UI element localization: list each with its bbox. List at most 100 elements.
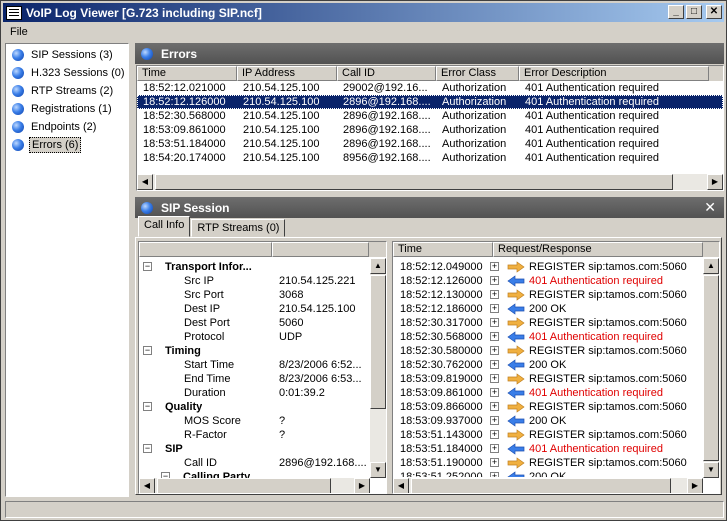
list-item[interactable]: 18:52:12.186000 +200 OK bbox=[393, 302, 703, 316]
tree-section-transport[interactable]: − Transport Infor... bbox=[139, 260, 369, 274]
req-hscrollbar[interactable]: ◀ ▶ bbox=[393, 478, 703, 493]
req-col-time[interactable]: Time bbox=[393, 242, 493, 257]
tree-field[interactable]: Src IP 210.54.125.221 bbox=[139, 274, 369, 288]
table-row[interactable]: 18:52:12.021000 210.54.125.100 29002@192.1… bbox=[137, 81, 723, 95]
tree-field[interactable]: R-Factor? bbox=[139, 428, 369, 442]
tree-field[interactable]: Start Time 8/23/2006 6:52... bbox=[139, 358, 369, 372]
collapse-icon[interactable]: − bbox=[143, 346, 152, 355]
list-item[interactable]: 18:53:51.190000 + REGISTER sip:tamos.com:5… bbox=[393, 456, 703, 470]
tree-field[interactable]: Duration 0:01:39.2 bbox=[139, 386, 369, 400]
col-error-class[interactable]: Error Class bbox=[436, 66, 519, 81]
expand-icon[interactable]: + bbox=[490, 458, 499, 467]
sidebar-item-h323-sessions[interactable]: H.323 Sessions (0) bbox=[6, 64, 128, 82]
table-row[interactable]: 18:52:12.126000 210.54.125.100 2896@192.16… bbox=[137, 95, 723, 109]
tree-field[interactable]: Dest Port 5060 bbox=[139, 316, 369, 330]
expand-icon[interactable]: + bbox=[490, 276, 499, 285]
tree-field[interactable]: Call ID 2896@192.168.... bbox=[139, 456, 369, 470]
tree-col-2[interactable] bbox=[272, 242, 369, 257]
expand-icon[interactable]: + bbox=[490, 416, 499, 425]
col-error-description[interactable]: Error Description bbox=[519, 66, 709, 81]
sidebar-item-rtp-streams[interactable]: RTP Streams (2) bbox=[6, 82, 128, 100]
tree-field[interactable]: Src Port 3068 bbox=[139, 288, 369, 302]
tree-hscrollbar[interactable]: ◀ ▶ bbox=[139, 478, 370, 493]
close-button[interactable]: ✕ bbox=[706, 5, 722, 19]
list-item[interactable]: 18:52:12.130000 + REGISTER sip:tamos.com:5… bbox=[393, 288, 703, 302]
scroll-thumb[interactable] bbox=[370, 275, 386, 409]
scroll-thumb[interactable] bbox=[703, 275, 719, 461]
tree-vscrollbar[interactable]: ▲ ▼ bbox=[370, 258, 386, 478]
table-row[interactable]: 18:53:51.184000 210.54.125.100 2896@192.16… bbox=[137, 137, 723, 151]
sidebar-item-registrations[interactable]: Registrations (1) bbox=[6, 100, 128, 118]
tree-field[interactable]: End Time 8/23/2006 6:53... bbox=[139, 372, 369, 386]
list-item[interactable]: 18:52:30.762000 +200 OK bbox=[393, 358, 703, 372]
menu-file[interactable]: File bbox=[3, 26, 35, 38]
list-item[interactable]: 18:52:12.126000 +401 Authentication requi… bbox=[393, 274, 703, 288]
collapse-icon[interactable]: − bbox=[143, 444, 152, 453]
expand-icon[interactable]: + bbox=[490, 304, 499, 313]
expand-icon[interactable]: + bbox=[490, 430, 499, 439]
expand-icon[interactable]: + bbox=[490, 374, 499, 383]
table-row[interactable]: 18:54:20.174000 210.54.125.100 8956@192.16… bbox=[137, 151, 723, 165]
expand-icon[interactable]: + bbox=[490, 318, 499, 327]
table-row[interactable]: 18:52:30.568000 210.54.125.100 2896@192.16… bbox=[137, 109, 723, 123]
scroll-left-icon[interactable]: ◀ bbox=[139, 478, 155, 493]
expand-icon[interactable]: + bbox=[490, 444, 499, 453]
scroll-down-icon[interactable]: ▼ bbox=[703, 462, 719, 478]
tab-call-info[interactable]: Call Info bbox=[138, 216, 191, 237]
sidebar-item-errors[interactable]: Errors (6) bbox=[6, 136, 128, 154]
table-row[interactable]: 18:53:09.861000 210.54.125.100 2896@192.16… bbox=[137, 123, 723, 137]
scroll-thumb[interactable] bbox=[157, 478, 331, 493]
expand-icon[interactable]: + bbox=[490, 346, 499, 355]
list-item[interactable]: 18:52:30.580000 + REGISTER sip:tamos.com:5… bbox=[393, 344, 703, 358]
scroll-right-icon[interactable]: ▶ bbox=[687, 478, 703, 493]
list-item[interactable]: 18:53:09.819000 + REGISTER sip:tamos.com:5… bbox=[393, 372, 703, 386]
tree-field[interactable]: Protocol UDP bbox=[139, 330, 369, 344]
list-item[interactable]: 18:52:30.568000 +401 Authentication requi… bbox=[393, 330, 703, 344]
list-item[interactable]: 18:52:30.317000 + REGISTER sip:tamos.com:5… bbox=[393, 316, 703, 330]
tab-rtp-streams[interactable]: RTP Streams (0) bbox=[191, 219, 286, 237]
tree-field[interactable]: MOS Score? bbox=[139, 414, 369, 428]
col-time[interactable]: Time bbox=[137, 66, 237, 81]
col-ip-address[interactable]: IP Address bbox=[237, 66, 337, 81]
list-item[interactable]: 18:53:51.252000 +200 OK bbox=[393, 470, 703, 477]
collapse-icon[interactable]: − bbox=[143, 402, 152, 411]
tree-field[interactable]: Dest IP 210.54.125.100 bbox=[139, 302, 369, 316]
list-item[interactable]: 18:53:09.861000 +401 Authentication requi… bbox=[393, 386, 703, 400]
scroll-up-icon[interactable]: ▲ bbox=[703, 258, 719, 274]
list-item[interactable]: 18:53:51.184000 +401 Authentication requi… bbox=[393, 442, 703, 456]
col-call-id[interactable]: Call ID bbox=[337, 66, 436, 81]
title-bar[interactable]: VoIP Log Viewer [G.723 including SIP.ncf… bbox=[3, 3, 724, 22]
scroll-left-icon[interactable]: ◀ bbox=[137, 174, 153, 190]
tree-section-sip[interactable]: − SIP bbox=[139, 442, 369, 456]
expand-icon[interactable]: + bbox=[490, 262, 499, 271]
expand-icon[interactable]: + bbox=[490, 360, 499, 369]
maximize-button[interactable]: □ bbox=[686, 5, 702, 19]
list-item[interactable]: 18:52:12.049000 + REGISTER sip:tamos.com:5… bbox=[393, 260, 703, 274]
req-col-request-response[interactable]: Request/Response bbox=[493, 242, 703, 257]
list-item[interactable]: 18:53:51.143000 + REGISTER sip:tamos.com:5… bbox=[393, 428, 703, 442]
errors-hscrollbar[interactable]: ◀ ▶ bbox=[137, 174, 723, 190]
req-vscrollbar[interactable]: ▲ ▼ bbox=[703, 258, 719, 478]
close-icon[interactable]: ✕ bbox=[704, 199, 716, 216]
minimize-button[interactable]: _ bbox=[668, 5, 684, 19]
scroll-thumb[interactable] bbox=[411, 478, 671, 493]
scroll-right-icon[interactable]: ▶ bbox=[707, 174, 723, 190]
collapse-icon[interactable]: − bbox=[143, 262, 152, 271]
sidebar-item-sip-sessions[interactable]: SIP Sessions (3) bbox=[6, 46, 128, 64]
expand-icon[interactable]: + bbox=[490, 290, 499, 299]
scroll-up-icon[interactable]: ▲ bbox=[370, 258, 386, 274]
scroll-left-icon[interactable]: ◀ bbox=[393, 478, 409, 493]
tree-col-1[interactable] bbox=[139, 242, 272, 257]
scroll-down-icon[interactable]: ▼ bbox=[370, 462, 386, 478]
scroll-thumb[interactable] bbox=[155, 174, 673, 190]
sidebar-item-endpoints[interactable]: Endpoints (2) bbox=[6, 118, 128, 136]
tree-section-quality[interactable]: − Quality bbox=[139, 400, 369, 414]
list-item[interactable]: 18:53:09.866000 + REGISTER sip:tamos.com:5… bbox=[393, 400, 703, 414]
expand-icon[interactable]: + bbox=[490, 332, 499, 341]
scroll-right-icon[interactable]: ▶ bbox=[354, 478, 370, 493]
expand-icon[interactable]: + bbox=[490, 472, 499, 477]
expand-icon[interactable]: + bbox=[490, 388, 499, 397]
list-item[interactable]: 18:53:09.937000 +200 OK bbox=[393, 414, 703, 428]
tree-section-timing[interactable]: − Timing bbox=[139, 344, 369, 358]
expand-icon[interactable]: + bbox=[490, 402, 499, 411]
